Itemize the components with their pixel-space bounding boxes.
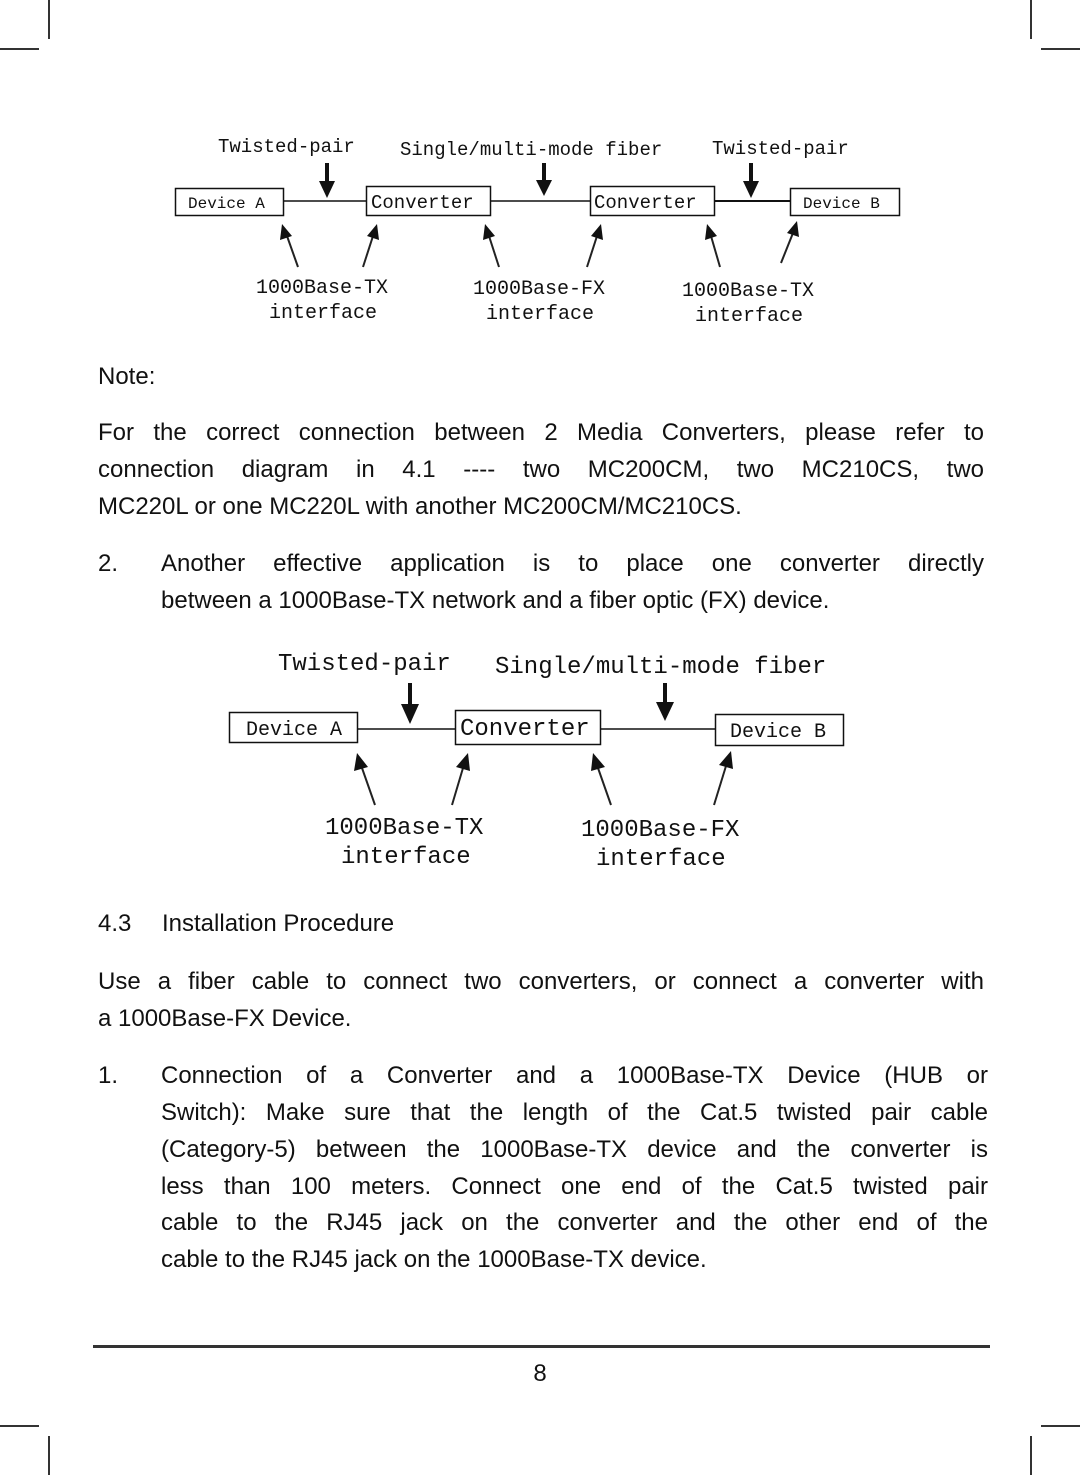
connection-diagram-single-converter: Twisted-pair Single/multi-mode fiber Dev… — [228, 651, 845, 873]
page-number: 8 — [533, 1360, 547, 1387]
label-interface: interface — [695, 305, 803, 328]
down-arrow-icon — [319, 163, 335, 198]
label-interface: interface — [486, 303, 594, 326]
label-twisted-pair-left: Twisted-pair — [218, 136, 355, 158]
note-line: For the correct connection between 2 Med… — [98, 419, 984, 446]
crop-mark-br-vertical — [1030, 1436, 1032, 1475]
label-fiber: Single/multi-mode fiber — [400, 139, 662, 161]
footer-divider — [93, 1345, 990, 1348]
device-a-box: Device A — [228, 711, 359, 744]
pointer-arrow-icon — [362, 224, 379, 268]
intro-line: a 1000Base-FX Device. — [98, 1005, 352, 1032]
label-fiber: Single/multi-mode fiber — [495, 654, 826, 681]
device-b-box: Device B — [714, 713, 845, 747]
pointer-arrow-icon — [591, 753, 612, 806]
label-1000base-tx: 1000Base-TX — [325, 815, 483, 842]
intro-line: Use a fiber cable to connect two convert… — [98, 968, 984, 995]
list-item-line: cable to the RJ45 jack on the 1000Base-T… — [161, 1246, 707, 1273]
list-item-number: 2. — [98, 550, 119, 577]
down-arrow-icon — [743, 163, 759, 198]
down-arrow-icon — [536, 163, 552, 196]
section-number: 4.3 — [98, 910, 132, 937]
device-a-label: Device A — [188, 195, 265, 213]
pointer-arrow-icon — [705, 224, 721, 268]
converter-label: Converter — [371, 192, 474, 214]
label-1000base-fx: 1000Base-FX — [581, 817, 739, 844]
crop-mark-bl-horizontal — [0, 1425, 39, 1427]
pointer-arrow-icon — [483, 224, 500, 268]
crop-mark-bl-vertical — [48, 1436, 50, 1475]
device-b-box: Device B — [789, 187, 901, 217]
converter-box: Converter — [589, 185, 716, 217]
down-arrow-icon — [401, 683, 419, 724]
label-twisted-pair-right: Twisted-pair — [712, 138, 849, 160]
connection-diagram-two-converters: Twisted-pair Single/multi-mode fiber Twi… — [174, 136, 901, 328]
device-b-label: Device B — [730, 721, 826, 744]
note-line: MC220L or one MC220L with another MC200C… — [98, 493, 742, 520]
pointer-arrow-icon — [354, 753, 376, 806]
pointer-arrow-icon — [451, 753, 470, 806]
converter-box: Converter — [365, 185, 492, 217]
converter-label: Converter — [460, 716, 590, 743]
device-b-label: Device B — [803, 195, 880, 213]
list-item-line: less than 100 meters. Connect one end of… — [161, 1173, 988, 1200]
pointer-arrow-icon — [780, 221, 799, 264]
note-heading: Note: — [98, 363, 156, 390]
label-1000base-tx: 1000Base-TX — [256, 277, 388, 300]
pointer-arrow-icon — [586, 224, 603, 268]
label-interface: interface — [596, 846, 726, 873]
converter-label: Converter — [594, 192, 697, 214]
note-line: connection diagram in 4.1 ---- two MC200… — [98, 456, 984, 483]
down-arrow-icon — [656, 683, 674, 721]
section-title: Installation Procedure — [162, 910, 395, 937]
list-item-line: Another effective application is to plac… — [161, 550, 984, 577]
list-item-number: 1. — [98, 1062, 119, 1089]
converter-box: Converter — [454, 709, 602, 746]
label-twisted-pair: Twisted-pair — [278, 651, 451, 678]
label-interface: interface — [269, 302, 377, 325]
device-a-box: Device A — [174, 187, 285, 217]
label-interface: interface — [341, 844, 471, 871]
list-item-line: cable to the RJ45 jack on the converter … — [161, 1209, 988, 1236]
device-a-label: Device A — [246, 719, 342, 742]
pointer-arrow-icon — [280, 224, 299, 268]
list-item-line: (Category-5) between the 1000Base-TX dev… — [161, 1136, 988, 1163]
list-item-line: Switch): Make sure that the length of th… — [161, 1099, 988, 1126]
pointer-arrow-icon — [713, 751, 733, 806]
label-1000base-tx: 1000Base-TX — [682, 280, 814, 303]
list-item-line: between a 1000Base-TX network and a fibe… — [161, 587, 830, 614]
crop-mark-br-horizontal — [1041, 1425, 1080, 1427]
list-item-line: Connection of a Converter and a 1000Base… — [161, 1062, 988, 1089]
label-1000base-fx: 1000Base-FX — [473, 278, 605, 301]
